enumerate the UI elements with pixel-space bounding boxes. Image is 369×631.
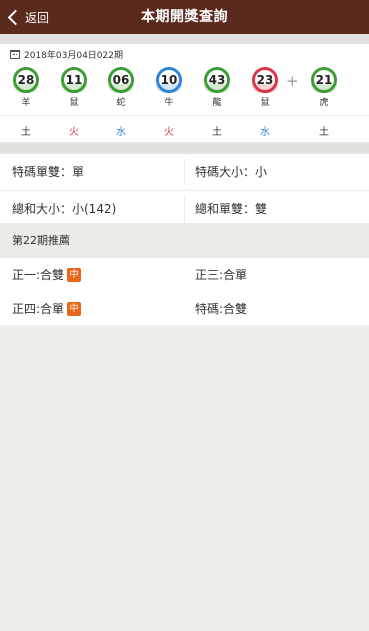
recommend-text: 正四:合單: [12, 302, 65, 316]
ball-zodiac: 鼠: [69, 98, 79, 108]
divider: [184, 196, 185, 222]
divider: [0, 115, 369, 116]
special-big-small: 特碼大小：小: [195, 165, 268, 179]
ball-zodiac: 羊: [21, 98, 31, 108]
ball-element: 水: [116, 127, 126, 138]
draw-date: 2018年03月04日022期: [10, 47, 123, 61]
ball-number: 43: [204, 67, 230, 93]
ball-number: 06: [108, 67, 134, 93]
ball-6: 23 鼠: [250, 67, 280, 109]
recommend-list: 正一:合雙 中 正三:合單 正四:合單 中 特碼:合雙: [0, 258, 369, 325]
recommend-header: 第22期推薦: [0, 223, 369, 258]
result-info-table: 特碼單雙：單 特碼大小：小 總和大小：小(142) 總和單雙：雙: [0, 154, 369, 228]
ball-element: 火: [164, 127, 174, 138]
ball-special: 21 虎: [309, 67, 339, 109]
page-title: 本期開獎查詢: [141, 9, 228, 25]
recommend-item: 正四:合單 中: [12, 292, 82, 326]
ball-3: 06 蛇: [106, 67, 136, 109]
divider-strip: [0, 34, 369, 44]
ball-zodiac: 蛇: [116, 98, 126, 108]
draw-result-card: 2018年03月04日022期 28 羊 11 鼠 06 蛇 10 牛 43 龍…: [0, 44, 369, 142]
ball-number: 23: [252, 67, 278, 93]
recommend-item: 特碼:合雙: [195, 292, 247, 326]
recommend-text: 特碼:合雙: [195, 302, 248, 316]
info-row: 特碼單雙：單 特碼大小：小: [0, 154, 369, 191]
ball-number: 11: [61, 67, 87, 93]
ball-element: 火: [69, 127, 79, 138]
ball-number: 10: [156, 67, 182, 93]
recommend-text: 正三:合單: [195, 268, 248, 282]
top-bar: 返回 本期開獎查詢: [0, 0, 369, 34]
ball-zodiac: 牛: [164, 98, 174, 108]
plus-sign: +: [286, 72, 299, 90]
ball-element: 土: [212, 127, 222, 138]
ball-number: 28: [13, 67, 39, 93]
recommend-item: 正一:合雙 中: [12, 258, 82, 292]
ball-element: 土: [319, 127, 329, 138]
recommend-item: 正三:合單: [195, 258, 247, 292]
hit-badge: 中: [67, 268, 82, 282]
recommend-header-label: 第22期推薦: [12, 234, 70, 247]
calendar-icon: [10, 49, 20, 59]
ball-4: 10 牛: [154, 67, 184, 109]
ball-zodiac: 虎: [319, 98, 329, 108]
hit-badge: 中: [67, 302, 82, 316]
special-odd-even: 特碼單雙：單: [12, 165, 85, 179]
ball-element: 土: [21, 127, 31, 138]
ball-zodiac: 龍: [212, 98, 222, 108]
sum-big-small: 總和大小：小(142): [12, 202, 117, 216]
ball-element: 水: [260, 127, 270, 138]
recommend-text: 正一:合雙: [12, 268, 65, 282]
ball-1: 28 羊: [11, 67, 41, 109]
ball-number: 21: [311, 67, 337, 93]
divider-strip: [0, 142, 369, 154]
ball-2: 11 鼠: [59, 67, 89, 109]
divider: [184, 159, 185, 185]
sum-odd-even: 總和單雙：雙: [195, 202, 268, 216]
ball-5: 43 龍: [202, 67, 232, 109]
ball-zodiac: 鼠: [260, 98, 270, 108]
draw-date-label: 2018年03月04日022期: [24, 50, 123, 61]
